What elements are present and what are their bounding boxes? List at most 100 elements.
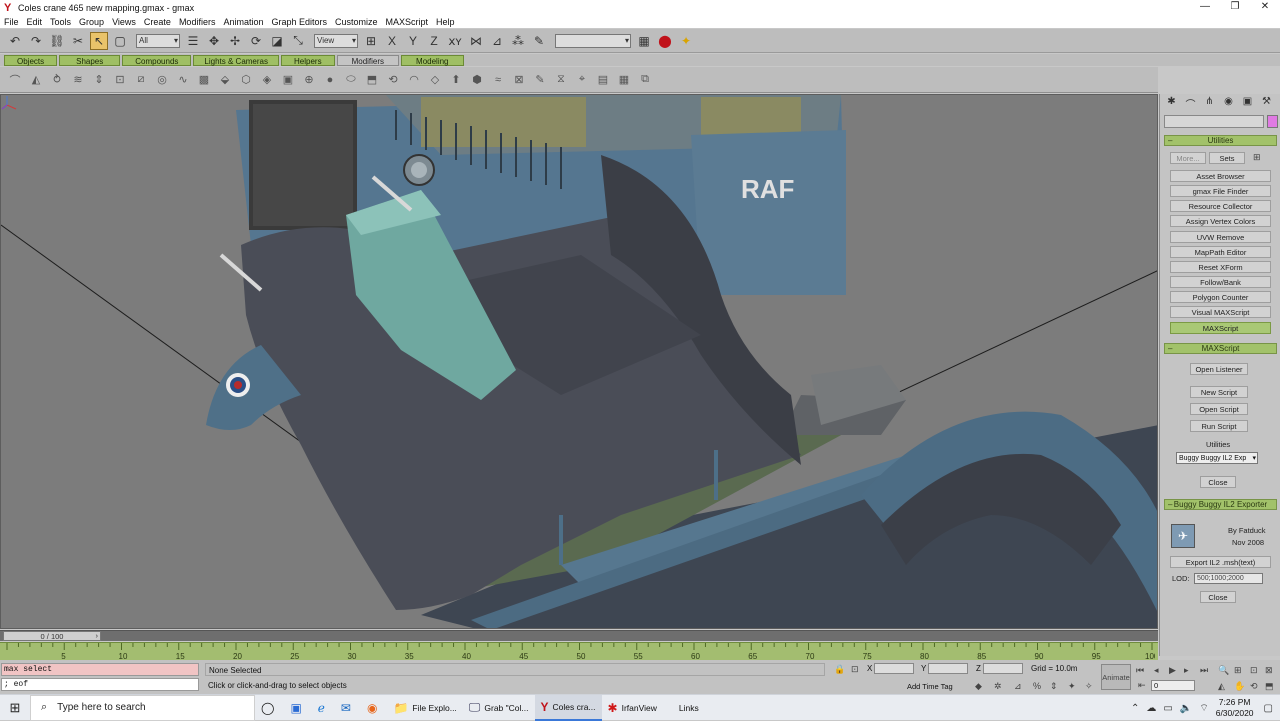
mappath-editor-button[interactable]: MapPath Editor [1170,246,1271,258]
network-icon[interactable]: ▭ [1163,703,1172,714]
menu-maxscript[interactable]: MAXScript [386,17,429,27]
material-id-icon[interactable]: ▤ [594,71,612,89]
percent-snap-icon[interactable]: % [1033,681,1041,691]
wave-icon[interactable]: ∿ [174,71,192,89]
configure-sets-icon[interactable]: ⊞ [1253,152,1261,163]
relax-icon[interactable]: ≈ [489,71,507,89]
clock[interactable]: 7:26 PM 6/30/2020 [1216,697,1254,719]
tab-modeling[interactable]: Modeling [401,55,464,66]
maxscript-utility-button[interactable]: MAXScript [1170,322,1271,334]
zoom-extents-all-icon[interactable]: ⊠ [1265,665,1273,676]
lod-input[interactable]: 500;1000;2000 [1194,573,1263,584]
unlink-icon[interactable]: ✂ [69,32,87,50]
sphere-icon[interactable]: ● [321,71,339,89]
add-time-tag[interactable]: Add Time Tag [907,682,953,691]
task-view-icon[interactable]: ◯ [255,695,284,721]
resource-collector-button[interactable]: Resource Collector [1170,200,1271,212]
region-select-icon[interactable]: ▢ [111,32,129,50]
extrude-icon[interactable]: ⬒ [363,71,381,89]
checker-icon[interactable]: ▦ [615,71,633,89]
render-scene-icon[interactable]: ✦ [1068,681,1076,692]
align-icon[interactable]: ⊿ [488,32,506,50]
selection-filter-dropdown[interactable]: All [136,33,180,48]
open-listener-button[interactable]: Open Listener [1190,363,1248,375]
normal-icon[interactable]: ⬆ [447,71,465,89]
utilities-rollout-header[interactable]: Utilities [1164,135,1277,146]
absolute-mode-icon[interactable]: ⊡ [851,664,859,675]
key-mode-icon[interactable]: ◆ [975,681,982,692]
named-selection-dropdown[interactable] [555,33,631,48]
edge-icon[interactable]: ℯ [312,695,335,721]
named-selection-icon[interactable]: ✎ [530,32,548,50]
edit-mesh-icon[interactable]: ◈ [258,71,276,89]
gmax-logo-icon[interactable]: ✦ [677,32,695,50]
lattice-icon[interactable]: ▩ [195,71,213,89]
maxscript-close-button[interactable]: Close [1200,476,1236,488]
menu-create[interactable]: Create [144,17,171,27]
minimize-button[interactable]: — [1190,0,1220,15]
export-il2-button[interactable]: Export IL2 .msh(text) [1170,556,1271,568]
uvw-remove-button[interactable]: UVW Remove [1170,231,1271,243]
taskbar-app-gmax[interactable]: Y Coles cra... [534,694,602,721]
goto-start-icon[interactable]: ⏮ [1136,665,1144,676]
taskbar-app-irfanview[interactable]: ✱ IrfanView [602,695,663,721]
vertex-paint-icon[interactable]: ✎ [531,71,549,89]
melt-icon[interactable]: ⬙ [216,71,234,89]
taskbar-search[interactable]: ⌕ Type here to search [30,694,255,721]
windows-start-icon[interactable]: ⊞ [0,700,30,716]
menu-views[interactable]: Views [112,17,136,27]
utilities-tab-icon[interactable]: ⚒ [1259,96,1274,110]
select-link-icon[interactable]: ⛓ [48,32,66,50]
material-editor-icon[interactable]: ▦ [635,32,653,50]
axis-x-icon[interactable]: X [383,32,401,50]
axis-z-icon[interactable]: Z [425,32,443,50]
lock-selection-icon[interactable]: 🔒 [834,664,845,675]
spacing-icon[interactable]: ⁂ [509,32,527,50]
mini-listener-output[interactable]: max select [1,663,199,676]
select-by-name-icon[interactable]: ☰ [184,32,202,50]
firefox-icon[interactable]: ◉ [361,695,387,721]
mail-icon[interactable]: ✉ [335,695,361,721]
create-tab-icon[interactable]: ✱ [1164,96,1179,110]
tab-objects[interactable]: Objects [4,55,58,66]
undo-icon[interactable]: ↶ [6,32,24,50]
asset-browser-button[interactable]: Asset Browser [1170,170,1271,182]
mini-listener-input[interactable]: ; eof [1,678,199,691]
current-frame-field[interactable]: 0 [1151,680,1195,691]
menu-graph-editors[interactable]: Graph Editors [271,17,327,27]
tray-chevron-icon[interactable]: ⌃ [1131,703,1139,714]
mirror-icon[interactable]: ⋈ [467,32,485,50]
exporter-close-button[interactable]: Close [1200,591,1236,603]
menu-help[interactable]: Help [436,17,455,27]
modify-tab-icon[interactable]: ⌒ [1183,96,1198,111]
axis-y-icon[interactable]: Y [404,32,422,50]
hierarchy-tab-icon[interactable]: ⋔ [1202,96,1217,110]
maximize-button[interactable]: ❐ [1220,0,1250,15]
move-constrained-icon[interactable]: ✢ [226,32,244,50]
links-toolbar[interactable]: Links [673,695,705,721]
menu-file[interactable]: File [4,17,19,27]
perspective-viewport[interactable]: RAF [0,94,1158,629]
reference-coord-dropdown[interactable]: View [314,33,358,48]
utilities-dropdown[interactable]: Buggy Buggy IL2 Exp [1176,452,1258,464]
bend-icon[interactable]: ⌒ [6,71,24,89]
object-name-field[interactable] [1164,115,1264,128]
key-mode-toggle-icon[interactable]: ⇤ [1138,680,1146,691]
angle-snap-icon[interactable]: ⊿ [1014,681,1022,692]
snap-icon[interactable]: ✲ [994,681,1002,692]
lathe-icon[interactable]: ⟲ [384,71,402,89]
optimize-icon[interactable]: ◇ [426,71,444,89]
menu-edit[interactable]: Edit [27,17,43,27]
ffd-icon[interactable]: ⊡ [111,71,129,89]
onedrive-icon[interactable]: ☁ [1146,703,1156,714]
exporter-rollout-header[interactable]: Buggy Buggy IL2 Exporter [1164,499,1277,510]
scale-icon[interactable]: ◪ [268,32,286,50]
more-button[interactable]: More... [1170,152,1206,164]
move-icon[interactable]: ✥ [205,32,223,50]
quick-render-icon[interactable]: ✧ [1085,681,1093,692]
maxscript-rollout-header[interactable]: MAXScript [1164,343,1277,354]
twist-icon[interactable]: ⥁ [48,71,66,89]
taper-icon[interactable]: ◭ [27,71,45,89]
tab-modifiers[interactable]: Modifiers [336,55,400,66]
mesh-select-icon[interactable]: ⬡ [237,71,255,89]
